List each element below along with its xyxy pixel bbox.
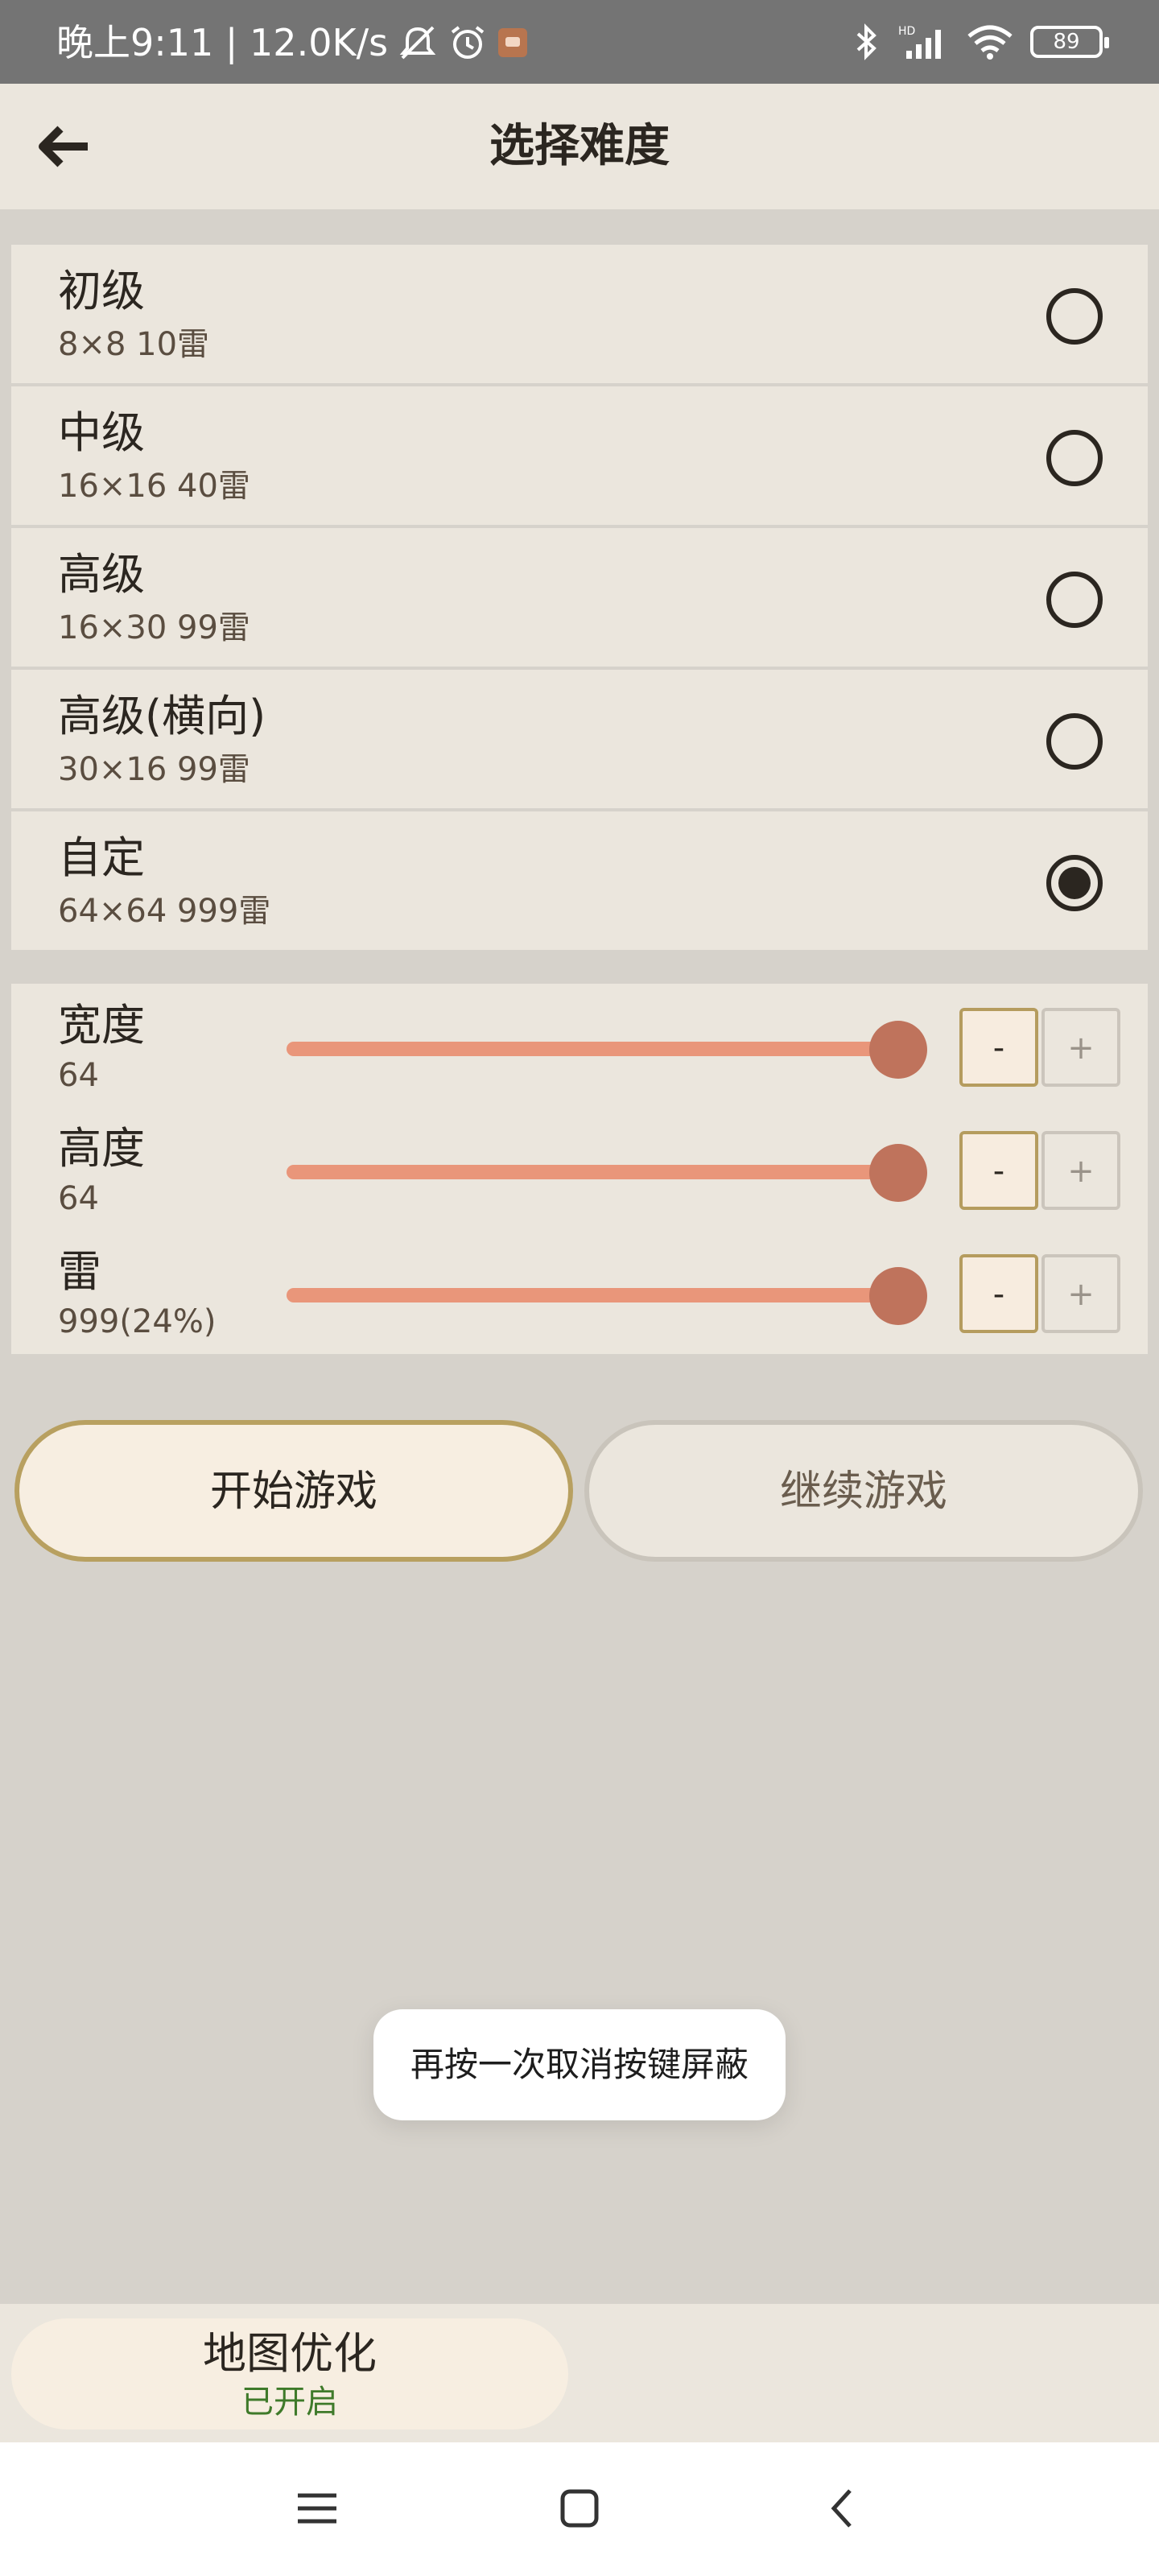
time-network-speed: 晚上9:11 | 12.0K/s <box>56 21 389 64</box>
system-nav-bar <box>0 2442 1159 2576</box>
app-bar: 选择难度 <box>0 84 1159 209</box>
option-title: 高级(横向) <box>58 691 266 741</box>
slider-thumb[interactable] <box>869 1144 927 1202</box>
width-decrement-button[interactable]: - <box>959 1008 1038 1087</box>
map-optimization-toggle[interactable]: 地图优化 已开启 <box>11 2318 568 2429</box>
option-title: 初级 <box>58 266 145 316</box>
difficulty-option-beginner[interactable]: 初级 8×8 10雷 <box>11 245 1148 386</box>
width-value: 64 <box>58 1057 99 1094</box>
slider-fill <box>287 1165 898 1179</box>
option-subtitle: 8×8 10雷 <box>58 326 210 363</box>
difficulty-list: 初级 8×8 10雷 中级 16×16 40雷 高级 16×30 99雷 高级(… <box>11 245 1148 950</box>
difficulty-option-expert-landscape[interactable]: 高级(横向) 30×16 99雷 <box>11 670 1148 811</box>
height-increment-button[interactable]: + <box>1041 1131 1120 1210</box>
map-optimization-status: 已开启 <box>241 2384 338 2421</box>
option-subtitle: 30×16 99雷 <box>58 751 250 788</box>
height-setting: 高度 64 - + <box>11 1107 1148 1228</box>
mines-label: 雷 <box>58 1246 101 1297</box>
slider-thumb[interactable] <box>869 1267 927 1325</box>
difficulty-option-custom[interactable]: 自定 64×64 999雷 <box>11 811 1148 950</box>
slider-thumb[interactable] <box>869 1021 927 1079</box>
start-game-button[interactable]: 开始游戏 <box>14 1420 573 1562</box>
option-subtitle: 64×64 999雷 <box>58 893 271 930</box>
status-left: 晚上9:11 | 12.0K/s <box>56 24 530 61</box>
mines-decrement-button[interactable]: - <box>959 1254 1038 1333</box>
option-title: 高级 <box>58 549 145 600</box>
radio-button-selected[interactable] <box>1046 855 1103 911</box>
height-value: 64 <box>58 1180 99 1217</box>
wifi-icon <box>966 23 1014 60</box>
width-label: 宽度 <box>58 1000 145 1051</box>
alarm-icon <box>448 24 488 61</box>
width-increment-button[interactable]: + <box>1041 1008 1120 1087</box>
option-title: 自定 <box>58 832 145 883</box>
home-button[interactable] <box>547 2478 612 2542</box>
radio-button[interactable] <box>1046 288 1103 345</box>
mines-increment-button[interactable]: + <box>1041 1254 1120 1333</box>
mute-bell-icon <box>396 24 439 61</box>
height-slider[interactable] <box>287 1144 927 1202</box>
slider-fill <box>287 1288 898 1302</box>
battery-icon: 89 <box>1030 26 1109 58</box>
slider-fill <box>287 1042 898 1056</box>
radio-button[interactable] <box>1046 572 1103 628</box>
home-square-icon <box>559 2487 600 2533</box>
height-decrement-button[interactable]: - <box>959 1131 1038 1210</box>
width-setting: 宽度 64 - + <box>11 984 1148 1104</box>
option-title: 中级 <box>58 407 145 458</box>
option-subtitle: 16×16 40雷 <box>58 468 250 505</box>
radio-button[interactable] <box>1046 430 1103 486</box>
status-bar: 晚上9:11 | 12.0K/s HD 89 <box>0 0 1159 84</box>
app-notification-icon <box>496 26 530 60</box>
difficulty-option-expert[interactable]: 高级 16×30 99雷 <box>11 528 1148 670</box>
mines-value: 999(24%) <box>58 1303 217 1340</box>
height-label: 高度 <box>58 1123 145 1174</box>
hd-signal-icon: HD <box>898 23 950 60</box>
back-chevron-icon <box>826 2486 858 2534</box>
option-subtitle: 16×30 99雷 <box>58 609 250 646</box>
menu-button[interactable] <box>285 2478 349 2542</box>
difficulty-option-intermediate[interactable]: 中级 16×16 40雷 <box>11 386 1148 528</box>
bluetooth-icon <box>850 23 882 61</box>
status-right: HD 89 <box>850 23 1109 61</box>
svg-text:HD: HD <box>898 25 915 38</box>
mines-setting: 雷 999(24%) - + <box>11 1230 1148 1351</box>
map-optimization-title: 地图优化 <box>203 2328 377 2379</box>
page-title: 选择难度 <box>489 120 670 172</box>
menu-icon <box>295 2489 340 2531</box>
custom-settings-panel: 宽度 64 - + 高度 64 - + 雷 999(24%) - + <box>11 984 1148 1354</box>
width-slider[interactable] <box>287 1021 927 1079</box>
radio-button[interactable] <box>1046 713 1103 770</box>
bottom-panel: 地图优化 已开启 <box>0 2304 1159 2442</box>
mines-slider[interactable] <box>287 1267 927 1325</box>
back-nav-button[interactable] <box>810 2478 874 2542</box>
toast-message: 再按一次取消按键屏蔽 <box>373 2009 786 2120</box>
continue-game-button[interactable]: 继续游戏 <box>584 1420 1143 1562</box>
